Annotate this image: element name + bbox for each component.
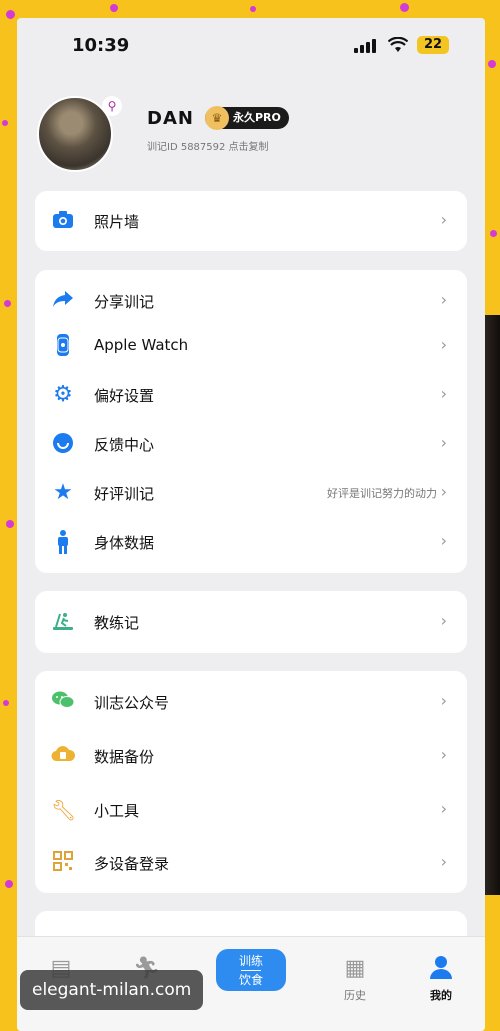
menu-label: 好评训记 — [94, 485, 155, 503]
signal-icon — [354, 39, 380, 53]
rate-hint: 好评是训记努力的动力 — [327, 487, 437, 500]
frame-dot — [400, 3, 409, 12]
coach-card: 教练记 › — [35, 591, 467, 653]
frame-dot — [490, 230, 497, 237]
menu-item-preferences[interactable]: ⚙ 偏好设置 › — [35, 371, 467, 419]
person-icon — [51, 530, 75, 554]
frame-dot — [6, 520, 14, 528]
tab-history-label: 历史 — [344, 989, 366, 1002]
star-icon: ★ — [53, 480, 73, 505]
chevron-right-icon: › — [440, 531, 447, 550]
chevron-right-icon: › — [440, 335, 447, 354]
camera-icon — [51, 209, 75, 233]
side-photo — [485, 315, 500, 895]
wrench-icon: 🔧︎ — [51, 798, 77, 822]
profile-header[interactable]: ⚲ DAN ♛ 永久PRO 训记ID 5887592 点击复制 — [35, 96, 475, 176]
train-label: 训练 — [238, 954, 263, 968]
menu-label: 教练记 — [94, 614, 140, 632]
chevron-right-icon: › — [440, 611, 447, 630]
status-time: 10:39 — [72, 35, 130, 56]
qr-icon — [51, 851, 75, 875]
diet-label: 饮食 — [238, 973, 263, 987]
photo-wall-card: 照片墙 › — [35, 191, 467, 251]
menu-label: 分享训记 — [94, 293, 155, 311]
menu-label: 照片墙 — [94, 213, 140, 231]
menu-item-backup[interactable]: 数据备份 › — [35, 732, 467, 780]
watch-icon — [51, 334, 75, 358]
tab-mine-label: 我的 — [430, 989, 452, 1002]
menu-item-tools[interactable]: 🔧︎ 小工具 › — [35, 786, 467, 834]
chevron-right-icon: › — [440, 852, 447, 871]
battery-indicator: 22 — [417, 36, 449, 54]
tab-mine[interactable]: 我的 — [411, 955, 471, 1003]
frame-dot — [488, 60, 496, 68]
menu-label: 偏好设置 — [94, 387, 155, 405]
menu-item-feedback[interactable]: 反馈中心 › — [35, 420, 467, 468]
menu-label: 反馈中心 — [94, 436, 155, 454]
menu-label: 多设备登录 — [94, 855, 170, 873]
menu-item-wechat[interactable]: 训志公众号 › — [35, 678, 467, 726]
menu-label: 小工具 — [94, 802, 140, 820]
frame-dot — [3, 700, 9, 706]
menu-label: 训志公众号 — [94, 694, 170, 712]
chevron-right-icon: › — [440, 290, 447, 309]
menu-item-coach[interactable]: 教练记 › — [35, 598, 467, 646]
pro-badge[interactable]: ♛ 永久PRO — [205, 106, 289, 130]
menu-item-body-data[interactable]: 身体数据 › — [35, 518, 467, 566]
chevron-right-icon: › — [440, 691, 447, 710]
cloud-icon — [51, 744, 76, 768]
gear-icon: ⚙ — [53, 382, 73, 407]
wechat-icon — [51, 690, 75, 714]
watermark: elegant-milan.com — [20, 970, 204, 1010]
chevron-right-icon: › — [440, 745, 447, 764]
frame-dot — [250, 6, 256, 12]
menu-item-share[interactable]: 分享训记 › — [35, 277, 467, 325]
tab-history[interactable]: ▦ 历史 — [325, 955, 385, 1003]
status-bar: 10:39 22 — [17, 18, 485, 70]
frame-dot — [4, 300, 11, 307]
tools-card: 训志公众号 › 数据备份 › 🔧︎ 小工具 › 多设备登录 › — [35, 671, 467, 893]
menu-item-apple-watch[interactable]: Apple Watch › — [35, 322, 467, 370]
wifi-icon — [387, 36, 409, 57]
search-icon[interactable]: ⚲ — [102, 96, 122, 116]
menu-item-photo-wall[interactable]: 照片墙 › — [35, 197, 467, 245]
frame-dot — [6, 10, 15, 19]
smile-icon — [51, 432, 75, 456]
chevron-right-icon: › — [440, 210, 447, 229]
chevron-right-icon: › — [440, 384, 447, 403]
user-icon — [411, 955, 471, 983]
menu-item-rate[interactable]: ★ 好评训记 好评是训记努力的动力 › — [35, 469, 467, 517]
share-icon — [51, 289, 75, 313]
phone-screen: 10:39 22 ⚲ DAN ♛ 永久PRO 训记ID 5887592 点击复制… — [17, 18, 485, 1031]
chevron-right-icon: › — [440, 799, 447, 818]
menu-label: 身体数据 — [94, 534, 155, 552]
chevron-right-icon: › — [440, 433, 447, 452]
user-id[interactable]: 训记ID 5887592 点击复制 — [147, 138, 269, 153]
username: DAN — [147, 108, 194, 129]
frame-dot — [2, 120, 8, 126]
calendar-icon: ▦ — [344, 956, 366, 981]
frame-dot — [5, 880, 13, 888]
train-diet-button[interactable]: 训练 饮食 — [216, 949, 286, 991]
frame-dot — [110, 4, 118, 12]
menu-item-multi-device[interactable]: 多设备登录 › — [35, 839, 467, 887]
menu-label: 数据备份 — [94, 748, 155, 766]
pro-badge-label: 永久PRO — [233, 111, 281, 124]
chevron-right-icon: › — [440, 482, 447, 501]
menu-label: Apple Watch — [94, 336, 189, 354]
treadmill-icon — [51, 610, 75, 634]
crown-icon: ♛ — [205, 106, 229, 130]
settings-card: 分享训记 › Apple Watch › ⚙ 偏好设置 › 反馈中心 › ★ 好… — [35, 270, 467, 573]
